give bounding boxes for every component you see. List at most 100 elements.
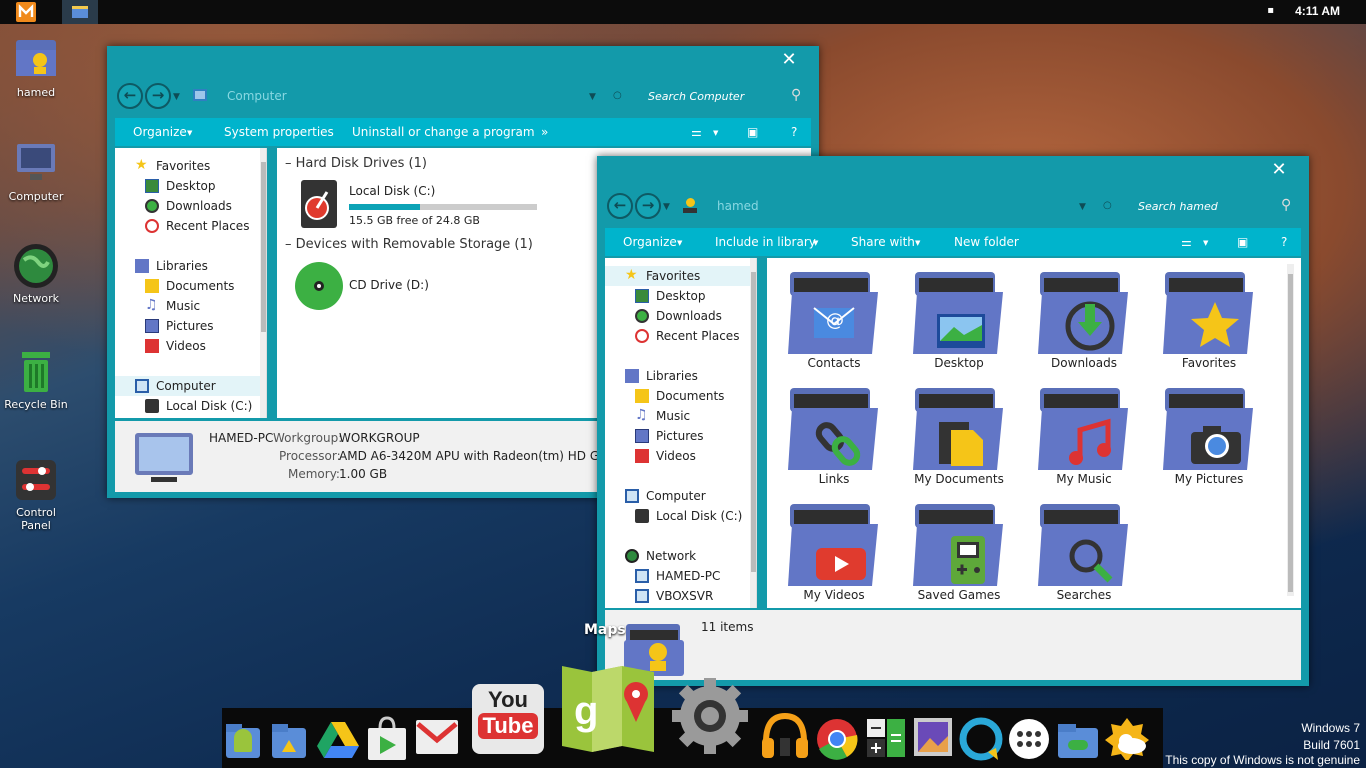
folder-drive-icon[interactable]: [270, 722, 308, 760]
folder-my-videos[interactable]: My Videos: [779, 500, 889, 602]
organize-button[interactable]: Organize: [623, 235, 677, 249]
share-with-button[interactable]: Share with: [851, 235, 915, 249]
history-dropdown-icon[interactable]: ▼: [663, 202, 670, 212]
search-input[interactable]: Search Computer: [648, 90, 744, 103]
nav-downloads[interactable]: Downloads: [115, 196, 266, 216]
nav-recent-places[interactable]: Recent Places: [115, 216, 266, 236]
nav-local-disk[interactable]: Local Disk (C:): [115, 396, 266, 416]
desktop-icon-recycle-bin[interactable]: Recycle Bin: [4, 348, 68, 411]
desktop-icon-computer[interactable]: Computer: [4, 140, 68, 203]
view-options-icon[interactable]: ⚌: [691, 125, 702, 139]
nav-documents[interactable]: Documents: [115, 276, 266, 296]
view-dropdown-icon[interactable]: ▼: [1203, 239, 1208, 247]
organize-button[interactable]: Organize: [133, 125, 187, 139]
folder-favorites[interactable]: Favorites: [1154, 268, 1264, 370]
file-explorer-icon[interactable]: [62, 0, 98, 24]
app-launcher-icon[interactable]: [1008, 718, 1050, 760]
youtube-icon[interactable]: You Tube: [472, 684, 544, 754]
games-folder-icon[interactable]: [1056, 722, 1100, 760]
folder-downloads[interactable]: Downloads: [1029, 268, 1139, 370]
refresh-icon[interactable]: ○: [613, 90, 622, 101]
preview-pane-icon[interactable]: ▣: [1237, 235, 1248, 249]
scroll-thumb[interactable]: [261, 162, 266, 332]
nav-computer[interactable]: Computer: [605, 486, 756, 506]
gmail-icon[interactable]: [414, 716, 460, 758]
help-icon[interactable]: ?: [791, 125, 797, 139]
folder-my-pictures[interactable]: My Pictures: [1154, 384, 1264, 486]
system-properties-button[interactable]: System properties: [224, 125, 334, 139]
settings-gear-icon[interactable]: [668, 674, 752, 758]
forward-button[interactable]: →: [635, 193, 661, 219]
address-bar[interactable]: Computer: [227, 89, 287, 103]
nav-libraries[interactable]: Libraries: [115, 256, 266, 276]
history-dropdown-icon[interactable]: ▼: [173, 92, 180, 102]
nav-music[interactable]: ♫ Music: [115, 296, 266, 316]
folder-my-music[interactable]: My Music: [1029, 384, 1139, 486]
back-button[interactable]: ←: [607, 193, 633, 219]
nav-local-disk[interactable]: Local Disk (C:): [605, 506, 756, 526]
nav-pictures[interactable]: Pictures: [605, 426, 756, 446]
nav-network[interactable]: Network: [605, 546, 756, 566]
search-icon[interactable]: ⚲: [1281, 197, 1291, 213]
desktop-icon-network[interactable]: Network: [4, 242, 68, 305]
more-commands-button[interactable]: »: [541, 125, 548, 139]
nav-desktop[interactable]: Desktop: [605, 286, 756, 306]
play-store-icon[interactable]: [364, 716, 410, 762]
address-dropdown-icon[interactable]: ▼: [589, 92, 596, 102]
new-folder-button[interactable]: New folder: [954, 235, 1019, 249]
nav-pictures[interactable]: Pictures: [115, 316, 266, 336]
address-bar[interactable]: hamed: [717, 199, 759, 213]
clock[interactable]: 4:11 AM: [1295, 4, 1340, 18]
nav-libraries[interactable]: Libraries: [605, 366, 756, 386]
calculator-icon[interactable]: [866, 718, 906, 758]
desktop-icon-hamed[interactable]: hamed: [4, 36, 68, 99]
nav-scrollbar[interactable]: [750, 258, 756, 608]
mail-app-icon[interactable]: [16, 2, 36, 22]
search-input[interactable]: Search hamed: [1138, 200, 1218, 213]
close-button[interactable]: ✕: [1270, 159, 1288, 180]
tray-indicator[interactable]: ▪: [1267, 5, 1274, 16]
nav-videos[interactable]: Videos: [115, 336, 266, 356]
folder-saved-games[interactable]: Saved Games: [904, 500, 1014, 602]
chrome-icon[interactable]: [816, 718, 858, 760]
weather-icon[interactable]: [1104, 716, 1150, 762]
desktop-icon-control-panel[interactable]: Control Panel: [4, 456, 68, 532]
folder-my-documents[interactable]: My Documents: [904, 384, 1014, 486]
folder-searches[interactable]: Searches: [1029, 500, 1139, 602]
local-disk-item[interactable]: Local Disk (C:) 15.5 GB free of 24.8 GB: [301, 180, 561, 230]
nav-recent-places[interactable]: Recent Places: [605, 326, 756, 346]
google-drive-icon[interactable]: [316, 720, 360, 760]
nav-music[interactable]: ♫ Music: [605, 406, 756, 426]
help-icon[interactable]: ?: [1281, 235, 1287, 249]
messaging-icon[interactable]: [958, 716, 1004, 762]
scroll-thumb[interactable]: [1288, 274, 1293, 592]
nav-scrollbar[interactable]: [260, 148, 266, 418]
address-dropdown-icon[interactable]: ▼: [1079, 202, 1086, 212]
folder-contacts[interactable]: @ Contacts: [779, 268, 889, 370]
nav-favorites[interactable]: ★ Favorites: [605, 266, 750, 286]
search-icon[interactable]: ⚲: [791, 87, 801, 103]
headphones-icon[interactable]: [760, 712, 810, 760]
preview-pane-icon[interactable]: ▣: [747, 125, 758, 139]
nav-videos[interactable]: Videos: [605, 446, 756, 466]
folder-desktop[interactable]: Desktop: [904, 268, 1014, 370]
cd-drive-item[interactable]: CD Drive (D:): [295, 262, 495, 312]
nav-desktop[interactable]: Desktop: [115, 176, 266, 196]
nav-favorites[interactable]: ★ Favorites: [115, 156, 266, 176]
nav-documents[interactable]: Documents: [605, 386, 756, 406]
close-button[interactable]: ✕: [780, 49, 798, 70]
uninstall-button[interactable]: Uninstall or change a program: [352, 125, 535, 139]
folder-links[interactable]: Links: [779, 384, 889, 486]
view-dropdown-icon[interactable]: ▼: [713, 129, 718, 137]
nav-computer[interactable]: Computer: [115, 376, 260, 396]
view-options-icon[interactable]: ⚌: [1181, 235, 1192, 249]
nav-vboxsvr[interactable]: VBOXSVR: [605, 586, 756, 606]
scroll-thumb[interactable]: [751, 272, 756, 572]
refresh-icon[interactable]: ○: [1103, 200, 1112, 211]
google-maps-icon[interactable]: g: [560, 660, 656, 754]
nav-downloads[interactable]: Downloads: [605, 306, 756, 326]
android-icon[interactable]: [224, 722, 262, 760]
content-scrollbar[interactable]: [1287, 264, 1294, 596]
back-button[interactable]: ←: [117, 83, 143, 109]
photo-gallery-icon[interactable]: [912, 716, 954, 758]
